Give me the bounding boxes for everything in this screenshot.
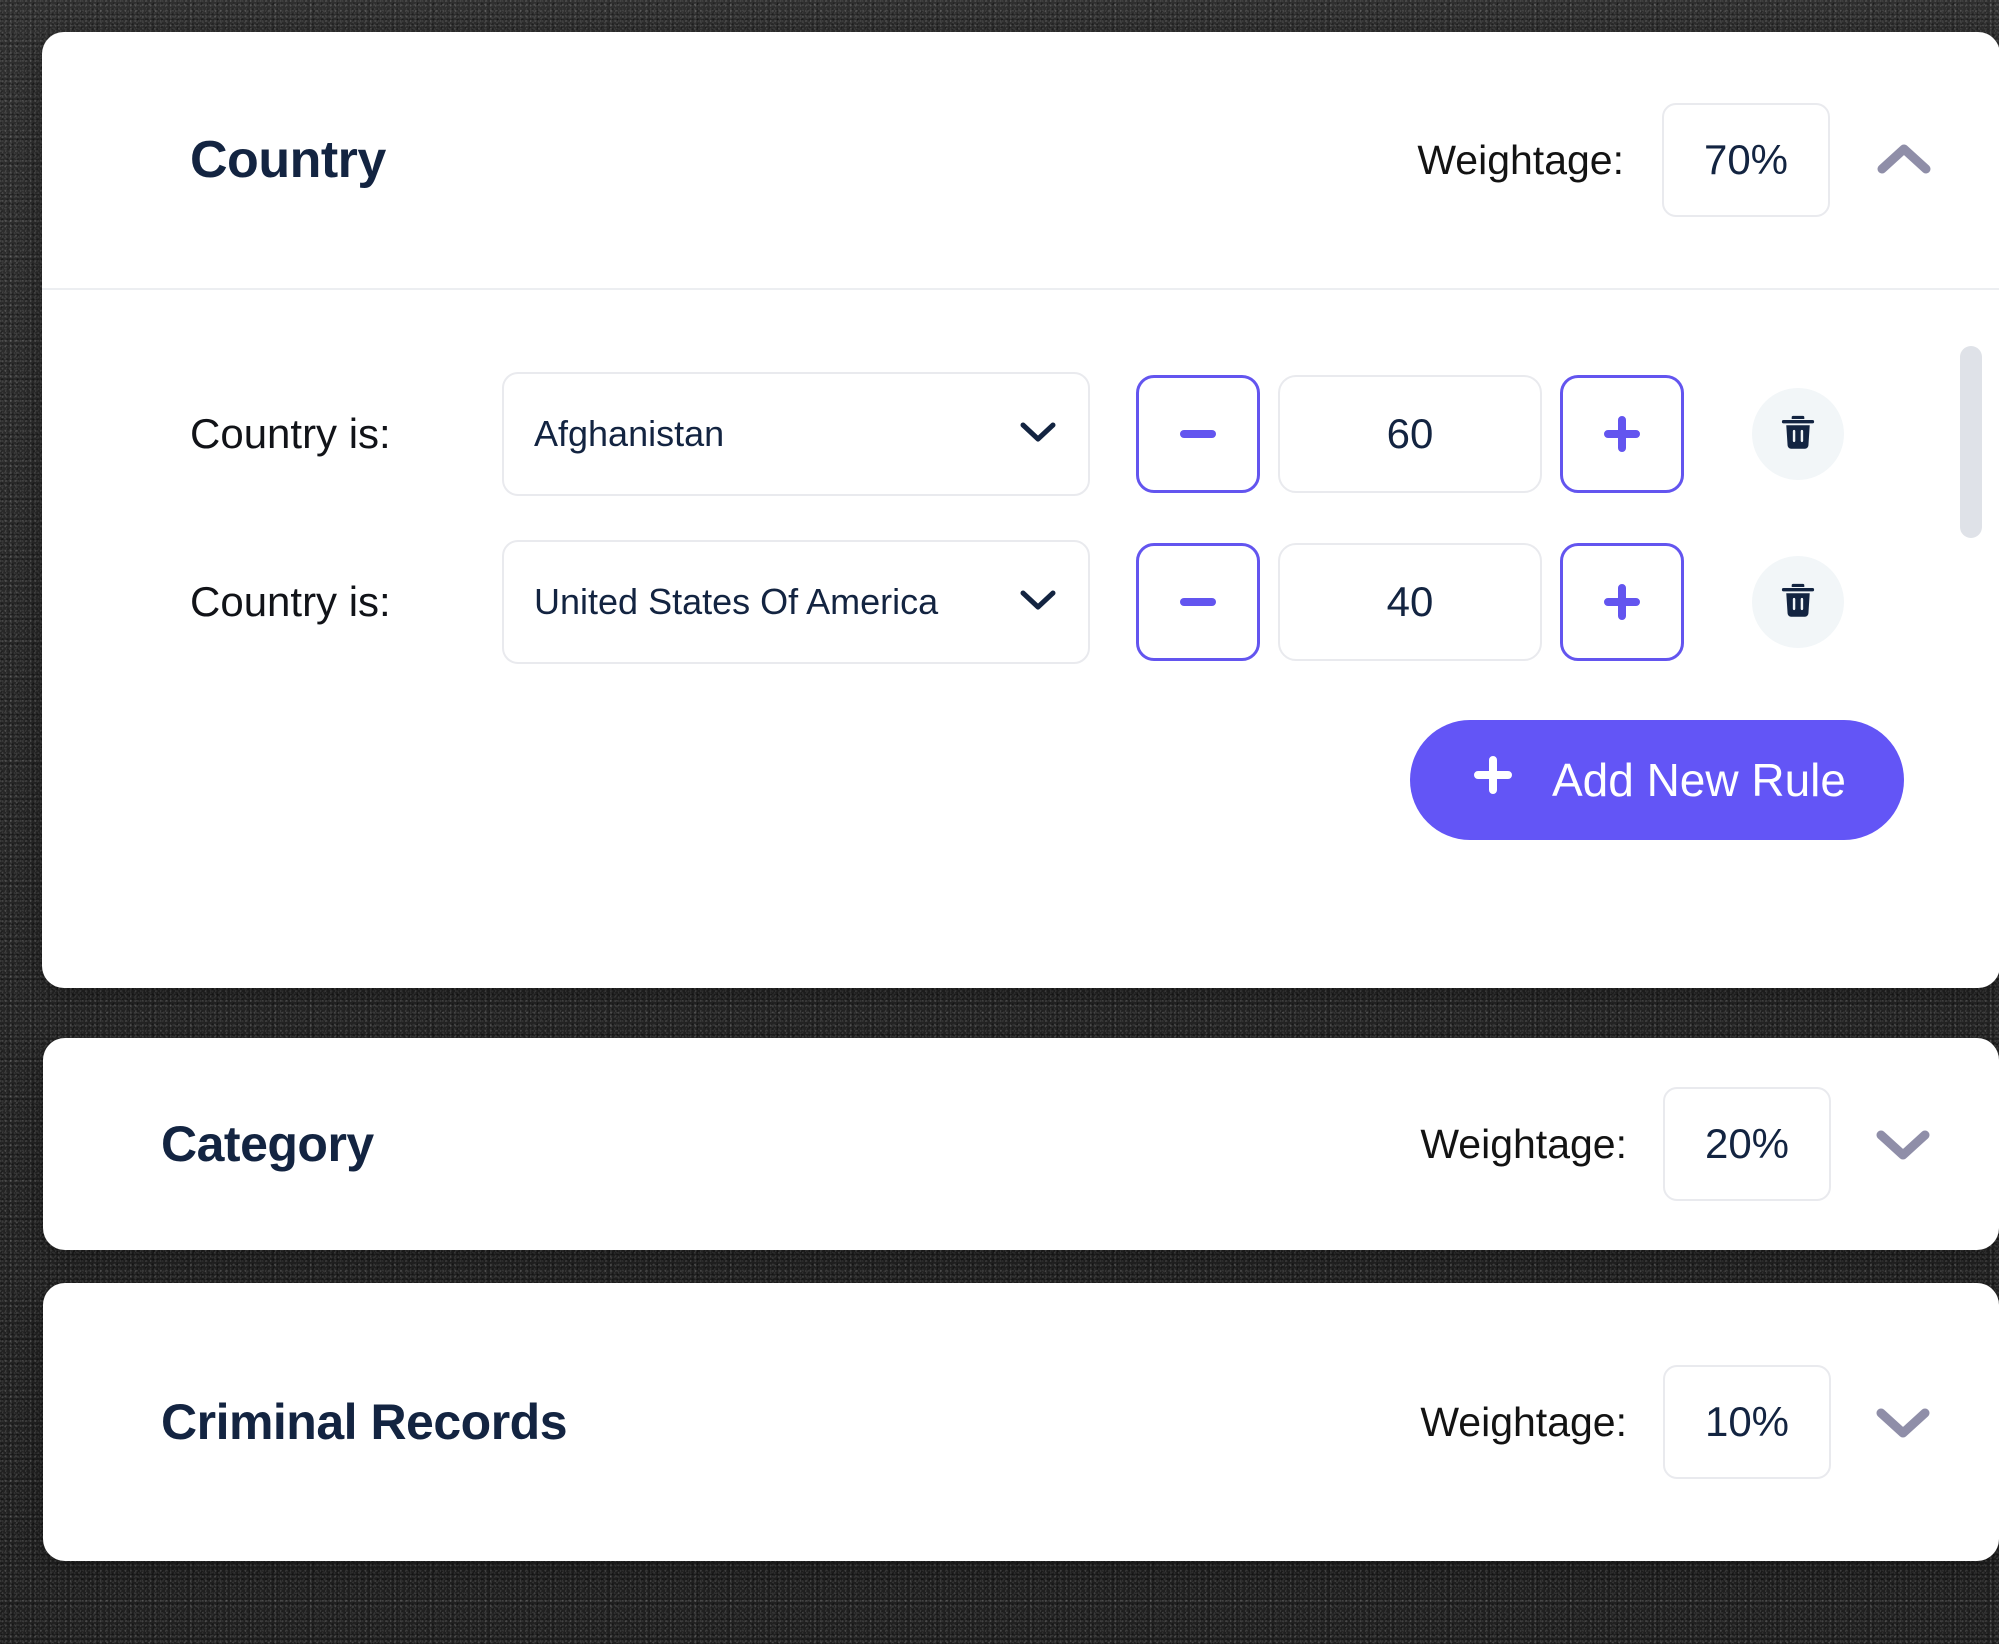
weightage-label: Weightage: (1420, 1120, 1627, 1167)
chevron-down-icon (1875, 1125, 1931, 1164)
increment-button[interactable] (1560, 543, 1684, 661)
section-title-category: Category (161, 1116, 374, 1172)
rules-scrollbar-thumb[interactable] (1960, 346, 1982, 538)
weightage-rules-panel: Country Weightage: 70% Country is: Afgha… (0, 0, 1999, 1644)
expand-toggle-category[interactable] (1867, 1108, 1939, 1180)
trash-icon (1777, 411, 1819, 458)
country-select-value: United States Of America (534, 581, 939, 622)
increment-button[interactable] (1560, 375, 1684, 493)
add-rule-container: Add New Rule (42, 720, 1999, 840)
rule-row: Country is: United States Of America 40 (42, 518, 1999, 686)
decrement-button[interactable] (1136, 375, 1260, 493)
country-header-controls: Weightage: 70% (1417, 103, 1940, 217)
chevron-down-icon (1875, 1403, 1931, 1442)
country-rules-body: Country is: Afghanistan 60 Country is: U… (42, 290, 1999, 988)
expand-toggle-criminal-records[interactable] (1867, 1386, 1939, 1458)
category-section-header[interactable]: Category Weightage: 20% (43, 1038, 1999, 1250)
trash-icon (1777, 579, 1819, 626)
criminal-records-section-header[interactable]: Criminal Records Weightage: 10% (43, 1283, 1999, 1561)
section-title-criminal-records: Criminal Records (161, 1394, 568, 1450)
weight-stepper: 40 (1136, 543, 1684, 661)
country-section-header[interactable]: Country Weightage: 70% (42, 32, 1999, 288)
section-card-criminal-records: Criminal Records Weightage: 10% (43, 1283, 1999, 1561)
weightage-label: Weightage: (1417, 136, 1624, 183)
category-header-controls: Weightage: 20% (1420, 1087, 1939, 1201)
weight-value-input[interactable]: 60 (1278, 375, 1542, 493)
weight-value-input[interactable]: 40 (1278, 543, 1542, 661)
country-select[interactable]: United States Of America (502, 540, 1090, 664)
page-title: Country (190, 131, 386, 189)
delete-rule-button[interactable] (1752, 556, 1844, 648)
decrement-button[interactable] (1136, 543, 1260, 661)
delete-rule-button[interactable] (1752, 388, 1844, 480)
chevron-up-icon (1876, 141, 1932, 180)
criminal-records-header-controls: Weightage: 10% (1420, 1365, 1939, 1479)
weight-stepper: 60 (1136, 375, 1684, 493)
chevron-down-icon (1018, 419, 1058, 450)
collapse-toggle-country[interactable] (1868, 124, 1940, 196)
country-select[interactable]: Afghanistan (502, 372, 1090, 496)
weightage-value-criminal-records[interactable]: 10% (1663, 1365, 1831, 1479)
chevron-down-icon (1018, 587, 1058, 618)
rule-label: Country is: (190, 578, 391, 625)
weightage-value-country[interactable]: 70% (1662, 103, 1830, 217)
rule-label: Country is: (190, 410, 391, 457)
rules-scrollbar[interactable] (1960, 328, 1982, 958)
country-select-value: Afghanistan (534, 413, 725, 454)
plus-icon (1468, 750, 1518, 811)
section-card-country: Country Weightage: 70% Country is: Afgha… (42, 32, 1999, 988)
weightage-value-category[interactable]: 20% (1663, 1087, 1831, 1201)
weightage-label: Weightage: (1420, 1398, 1627, 1445)
add-new-rule-label: Add New Rule (1551, 754, 1846, 806)
rule-row: Country is: Afghanistan 60 (42, 350, 1999, 518)
section-card-category: Category Weightage: 20% (43, 1038, 1999, 1250)
add-new-rule-button[interactable]: Add New Rule (1409, 720, 1904, 840)
